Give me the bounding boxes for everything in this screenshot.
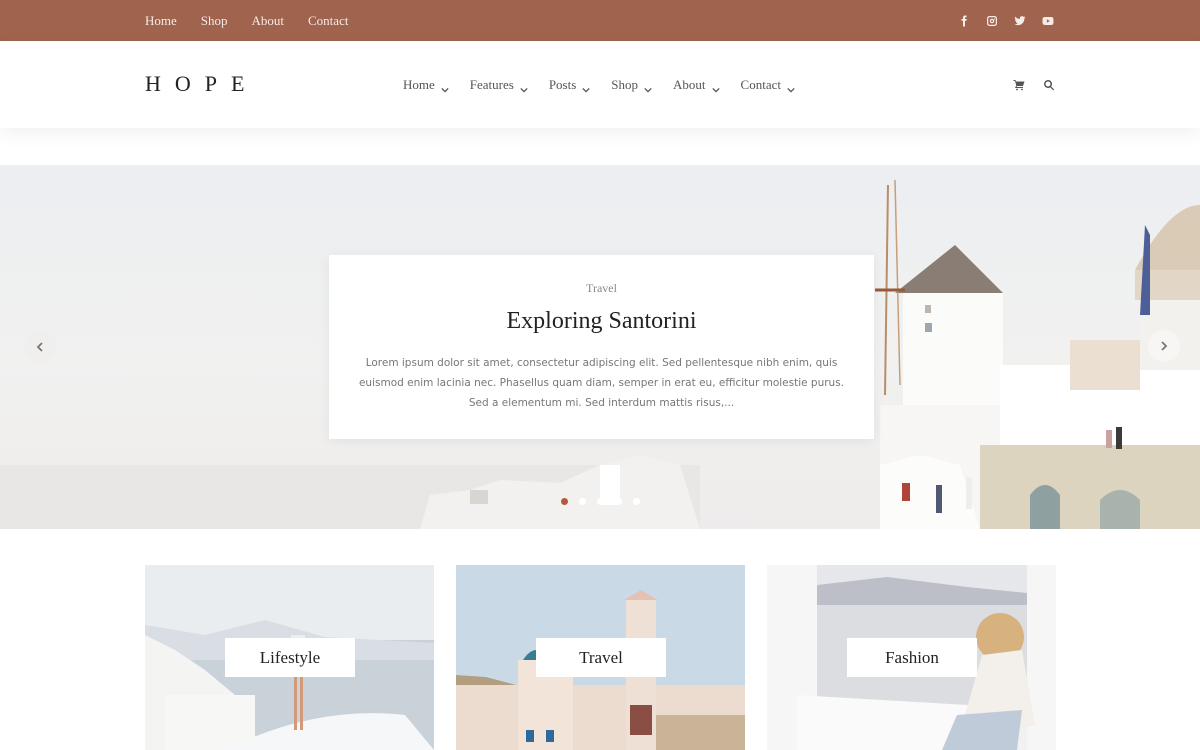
instagram-icon[interactable] — [985, 14, 999, 28]
site-header: HOPE Home Features Posts Shop About Cont… — [0, 41, 1200, 128]
chevron-down-icon — [520, 81, 528, 93]
chevron-right-icon — [1161, 341, 1168, 351]
category-label: Travel — [536, 638, 666, 677]
nav-item-label: Posts — [548, 76, 577, 92]
category-label: Fashion — [847, 638, 977, 677]
youtube-icon[interactable] — [1041, 14, 1055, 28]
slider-next-button[interactable] — [1148, 330, 1180, 362]
nav-item-label: Home — [403, 76, 435, 92]
twitter-icon[interactable] — [1013, 14, 1027, 28]
category-card-travel[interactable]: Travel — [456, 565, 745, 750]
nav-item-posts[interactable]: Posts — [548, 76, 590, 93]
chevron-down-icon — [582, 81, 590, 93]
top-link-about[interactable]: About — [252, 13, 285, 29]
main-nav: Home Features Posts Shop About Contact — [403, 41, 795, 128]
search-icon[interactable] — [1043, 79, 1055, 91]
slider-prev-button[interactable] — [24, 331, 56, 363]
chevron-left-icon — [36, 342, 43, 352]
nav-item-label: Shop — [611, 76, 639, 92]
cart-icon[interactable] — [1013, 79, 1025, 91]
facebook-icon[interactable] — [957, 14, 971, 28]
nav-item-label: About — [673, 76, 706, 92]
nav-item-shop[interactable]: Shop — [611, 76, 652, 93]
chevron-down-icon — [441, 81, 449, 93]
top-link-home[interactable]: Home — [145, 13, 177, 29]
chevron-down-icon — [711, 81, 720, 93]
site-logo[interactable]: HOPE — [145, 71, 258, 97]
hero-post-excerpt: Lorem ipsum dolor sit amet, consectetur … — [358, 357, 845, 409]
hero-post-card: Travel Exploring Santorini Lorem ipsum d… — [329, 255, 874, 439]
top-link-contact[interactable]: Contact — [308, 13, 348, 29]
hero-post-category[interactable]: Travel — [329, 281, 874, 296]
category-cards: Lifestyle Travel Fashion — [145, 565, 1056, 750]
slider-dot-4[interactable] — [615, 498, 622, 505]
nav-item-label: Features — [469, 76, 514, 92]
chevron-down-icon — [644, 81, 652, 93]
category-label: Lifestyle — [225, 638, 355, 677]
social-links — [957, 0, 1055, 41]
category-card-lifestyle[interactable]: Lifestyle — [145, 565, 434, 750]
nav-item-contact[interactable]: Contact — [740, 76, 795, 93]
slider-dot-3[interactable] — [597, 498, 604, 505]
nav-item-about[interactable]: About — [673, 76, 720, 93]
slider-pagination — [561, 498, 640, 505]
top-bar-nav: Home Shop About Contact — [145, 0, 348, 41]
top-bar: Home Shop About Contact — [0, 0, 1200, 41]
header-actions — [1013, 41, 1055, 128]
hero-slider: Travel Exploring Santorini Lorem ipsum d… — [0, 165, 1200, 529]
nav-item-label: Contact — [740, 76, 781, 92]
nav-item-home[interactable]: Home — [403, 76, 449, 93]
slider-dot-2[interactable] — [579, 498, 586, 505]
category-card-fashion[interactable]: Fashion — [767, 565, 1056, 750]
top-link-shop[interactable]: Shop — [201, 13, 228, 29]
hero-post-title[interactable]: Exploring Santorini — [329, 308, 874, 335]
slider-dot-1[interactable] — [561, 498, 568, 505]
nav-item-features[interactable]: Features — [469, 76, 528, 93]
slider-dot-5[interactable] — [633, 498, 640, 505]
chevron-down-icon — [787, 81, 795, 93]
